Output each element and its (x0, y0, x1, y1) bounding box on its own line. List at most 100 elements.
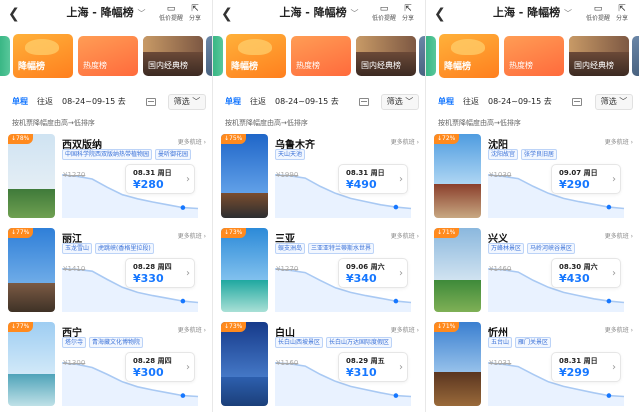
category-tab-partial[interactable] (0, 36, 10, 76)
destination-card[interactable]: ↓75% 乌鲁木齐 更多航班 › 天山天池 ¥1990 08.31 周日 ¥49… (213, 134, 425, 222)
category-tab-hot[interactable]: 热度榜 (504, 36, 564, 76)
flight-price: ¥340 (346, 272, 377, 285)
price-box[interactable]: 08.31 周日 ¥280 › (125, 164, 195, 194)
destination-card[interactable]: ↓73% 三亚 更多航班 › 蜈支洲岛 三亚亚特兰蒂斯水世界 ¥1270 09.0… (213, 228, 425, 316)
tab-oneway[interactable]: 单程 (12, 95, 28, 109)
category-tab-partial[interactable] (426, 36, 436, 76)
tab-roundtrip[interactable]: 往返 (463, 95, 479, 109)
drop-badge: ↓77% (8, 228, 34, 238)
date-range[interactable]: 08-24~09-15 去 (62, 95, 126, 109)
drop-badge: ↓78% (8, 134, 34, 144)
category-tab-classic[interactable]: 国内经典榜 (569, 36, 629, 76)
original-price: ¥1270 (63, 171, 86, 179)
filter-button[interactable]: 筛选 ﹀ (595, 94, 633, 110)
original-price: ¥1031 (489, 359, 512, 367)
tab-oneway[interactable]: 单程 (438, 95, 454, 109)
category-tabs: 降幅榜 热度榜 国内经典榜 (426, 34, 639, 78)
photo-ground (221, 377, 268, 406)
share-button[interactable]: ⇱ 分享 (393, 4, 423, 23)
date-range[interactable]: 08-24~09-15 去 (275, 95, 339, 109)
filter-button[interactable]: 筛选 ﹀ (381, 94, 419, 110)
share-icon: ⇱ (618, 4, 626, 14)
attraction-tags: 五台山 雁门关景区 (488, 337, 554, 348)
attraction-tag: 青海藏文化博物院 (89, 337, 144, 348)
category-tab-drop[interactable]: 降幅榜 (13, 34, 73, 78)
price-box[interactable]: 08.31 周日 ¥299 › (551, 352, 621, 382)
original-price: ¥1270 (276, 265, 299, 273)
price-box[interactable]: 08.30 周六 ¥430 › (551, 258, 621, 288)
category-tab-classic[interactable]: 国内经典榜 (356, 36, 416, 76)
ribbon-decoration (451, 39, 485, 55)
drop-badge: ↓71% (434, 228, 460, 238)
destination-photo: ↓72% (434, 134, 481, 218)
drop-badge: ↓73% (221, 228, 247, 238)
sort-label: 按机票降幅度由高→低排序 (225, 119, 308, 127)
more-flights-link[interactable]: 更多航班 › (391, 231, 419, 240)
destination-card[interactable]: ↓72% 沈阳 更多航班 › 沈阳故宫 张学良旧居 ¥1030 09.07 周日 … (426, 134, 639, 222)
drop-badge: ↓75% (221, 134, 247, 144)
category-tab-more[interactable] (206, 36, 212, 76)
more-flights-link[interactable]: 更多航班 › (391, 137, 419, 146)
attraction-tag: 万峰林景区 (488, 243, 525, 254)
flight-price: ¥280 (133, 178, 164, 191)
chevron-right-icon: › (186, 174, 190, 185)
calendar-icon[interactable] (572, 98, 582, 106)
attraction-tag: 雁门关景区 (515, 337, 552, 348)
more-flights-link[interactable]: 更多航班 › (605, 137, 633, 146)
destination-card[interactable]: ↓77% 丽江 更多航班 › 玉龙雪山 虎跳峡(香格里拉段) ¥1410 08.2… (0, 228, 212, 316)
attraction-tag: 沈阳故宫 (488, 149, 519, 160)
tab-oneway[interactable]: 单程 (225, 95, 241, 109)
category-tab-drop[interactable]: 降幅榜 (226, 34, 286, 78)
more-flights-link[interactable]: 更多航班 › (178, 137, 206, 146)
low-price-dot (393, 393, 399, 398)
more-flights-link[interactable]: 更多航班 › (391, 325, 419, 334)
destination-card[interactable]: ↓77% 西宁 更多航班 › 塔尔寺 青海藏文化博物院 ¥1300 08.28 周… (0, 322, 212, 410)
more-flights-link[interactable]: 更多航班 › (178, 231, 206, 240)
landmark-image (356, 36, 416, 52)
category-tab-drop[interactable]: 降幅榜 (439, 34, 499, 78)
destination-card[interactable]: ↓71% 忻州 更多航班 › 五台山 雁门关景区 ¥1031 08.31 周日 ¥… (426, 322, 639, 410)
low-price-dot (606, 298, 612, 304)
ribbon-decoration (238, 39, 272, 55)
attraction-tags: 蜈支洲岛 三亚亚特兰蒂斯水世界 (275, 243, 377, 254)
chevron-right-icon: › (612, 268, 616, 279)
price-box[interactable]: 08.28 周四 ¥330 › (125, 258, 195, 288)
ranking-screen: ❮ 上海 - 降幅榜 ﹀ ▭ 低价提醒 ⇱ 分享 降幅榜 热度榜 国内经典榜 单… (426, 0, 639, 412)
flight-price: ¥490 (346, 178, 377, 191)
price-box[interactable]: 09.07 周日 ¥290 › (551, 164, 621, 194)
low-price-dot (180, 298, 186, 304)
category-tab-partial[interactable] (213, 36, 223, 76)
destination-card[interactable]: ↓71% 兴义 更多航班 › 万峰林景区 马岭河峡谷景区 ¥1460 08.30 … (426, 228, 639, 316)
price-box[interactable]: 08.29 周五 ¥310 › (338, 352, 408, 382)
share-button[interactable]: ⇱ 分享 (180, 4, 210, 23)
attraction-tag: 五台山 (488, 337, 513, 348)
attraction-tags: 沈阳故宫 张学良旧居 (488, 149, 560, 160)
category-tab-more[interactable] (632, 36, 639, 76)
destination-card[interactable]: ↓78% 西双版纳 更多航班 › 中国科学院西双版纳热带植物园 曼听御花园 ¥12… (0, 134, 212, 222)
filter-button[interactable]: 筛选 ﹀ (168, 94, 206, 110)
price-box[interactable]: 09.06 周六 ¥340 › (338, 258, 408, 288)
calendar-icon[interactable] (359, 98, 369, 106)
category-tabs: 降幅榜 热度榜 国内经典榜 (213, 34, 425, 78)
photo-ground (8, 189, 55, 218)
category-tab-hot[interactable]: 热度榜 (78, 36, 138, 76)
filter-bar: 单程 往返 08-24~09-15 去 筛选 ﹀ (426, 92, 639, 112)
share-button[interactable]: ⇱ 分享 (607, 4, 637, 23)
more-flights-link[interactable]: 更多航班 › (178, 325, 206, 334)
category-tab-more[interactable] (419, 36, 425, 76)
date-range[interactable]: 08-24~09-15 去 (488, 95, 552, 109)
attraction-tag: 蜈支洲岛 (275, 243, 306, 254)
tab-roundtrip[interactable]: 往返 (250, 95, 266, 109)
photo-ground (434, 184, 481, 218)
chevron-right-icon: › (399, 174, 403, 185)
header: ❮ 上海 - 降幅榜 ﹀ ▭ 低价提醒 ⇱ 分享 (0, 0, 212, 30)
category-tab-hot[interactable]: 热度榜 (291, 36, 351, 76)
more-flights-link[interactable]: 更多航班 › (605, 325, 633, 334)
calendar-icon[interactable] (146, 98, 156, 106)
destination-card[interactable]: ↓73% 白山 更多航班 › 长白山西坡景区 长白山万达国际度假区 ¥1160 0… (213, 322, 425, 410)
more-flights-link[interactable]: 更多航班 › (605, 231, 633, 240)
category-tab-classic[interactable]: 国内经典榜 (143, 36, 203, 76)
price-box[interactable]: 08.28 周四 ¥300 › (125, 352, 195, 382)
price-box[interactable]: 08.31 周日 ¥490 › (338, 164, 408, 194)
tab-roundtrip[interactable]: 往返 (37, 95, 53, 109)
